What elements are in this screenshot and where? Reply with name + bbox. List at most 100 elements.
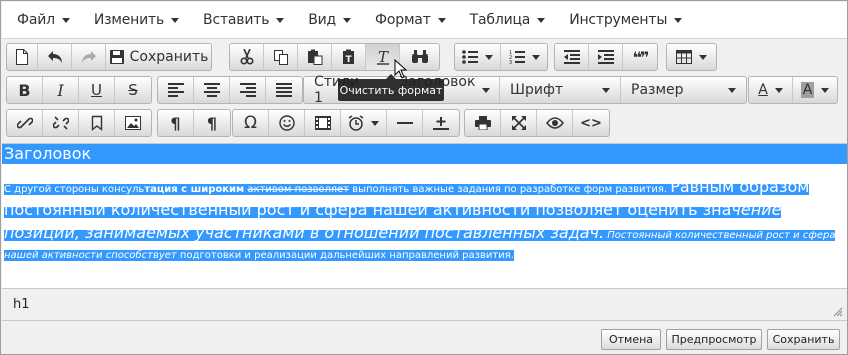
chevron-down-icon <box>276 18 285 23</box>
text-color-button[interactable]: A <box>749 77 793 103</box>
save-footer-button[interactable]: Сохранить <box>767 329 840 350</box>
paste-button[interactable] <box>298 44 332 70</box>
cut-button[interactable] <box>230 44 264 70</box>
link-group <box>6 109 152 137</box>
menu-tools-label: Инструменты <box>569 12 668 28</box>
printer-icon <box>474 116 491 130</box>
alarm-clock-icon <box>348 115 364 131</box>
print-button[interactable] <box>465 110 501 136</box>
align-justify-button[interactable] <box>266 77 302 103</box>
paste-icon <box>307 49 322 65</box>
insert-media-button[interactable] <box>305 110 341 136</box>
preview-footer-button[interactable]: Предпросмотр <box>666 329 762 350</box>
background-color-button[interactable]: A <box>793 77 837 103</box>
new-document-button[interactable] <box>7 44 38 70</box>
table-button[interactable] <box>667 44 716 70</box>
copy-button[interactable] <box>264 44 298 70</box>
italic-button[interactable]: I <box>43 77 79 103</box>
chevron-down-icon <box>482 87 491 93</box>
anchor-button[interactable] <box>79 110 115 136</box>
menu-view[interactable]: Вид <box>296 2 363 38</box>
bullet-list-icon <box>462 50 478 64</box>
menu-format[interactable]: Формат <box>363 2 458 38</box>
indent-button[interactable] <box>589 44 623 70</box>
menu-edit[interactable]: Изменить <box>82 2 191 38</box>
insert-image-button[interactable] <box>115 110 151 136</box>
align-right-button[interactable] <box>230 77 266 103</box>
undo-icon <box>47 51 62 63</box>
align-left-icon <box>167 83 184 97</box>
outdent-button[interactable] <box>555 44 589 70</box>
insert-datetime-button[interactable] <box>341 110 387 136</box>
color-group: A A <box>748 76 838 104</box>
menu-file[interactable]: Файл <box>2 2 82 38</box>
underline-button[interactable]: U <box>79 77 115 103</box>
svg-text:T: T <box>378 49 389 65</box>
chevron-down-icon <box>61 18 70 23</box>
special-char-button[interactable]: Ω <box>233 110 269 136</box>
remove-link-button[interactable] <box>43 110 79 136</box>
save-button[interactable]: Сохранить <box>106 44 211 70</box>
chevron-down-icon <box>371 120 379 126</box>
numbered-list-icon: 123 <box>509 50 525 64</box>
cancel-button[interactable]: Отмена <box>601 329 661 350</box>
menu-view-label: Вид <box>308 12 337 28</box>
menu-tools[interactable]: Инструменты <box>557 2 694 38</box>
insert-group: Ω <box>232 109 460 137</box>
preview-button[interactable] <box>537 110 573 136</box>
numbered-list-button[interactable]: 123 <box>501 44 547 70</box>
align-left-button[interactable] <box>158 77 194 103</box>
menu-insert[interactable]: Вставить <box>191 2 296 38</box>
element-path[interactable]: h1 <box>13 297 30 312</box>
text-color-icon: A <box>758 82 768 98</box>
paste-text-button[interactable]: T <box>332 44 366 70</box>
text-normal-2: выполнять важные задания по разработке ф… <box>349 184 671 195</box>
chevron-down-icon <box>437 18 446 23</box>
bookmark-icon <box>91 115 102 131</box>
heading: Заголовок <box>2 144 847 164</box>
font-family-select[interactable]: Шрифт <box>500 77 621 103</box>
text-normal-3: подготовки и реализации дальнейших напра… <box>176 250 514 261</box>
history-group: Сохранить <box>6 43 212 71</box>
image-icon <box>125 116 141 130</box>
bullet-list-button[interactable] <box>455 44 501 70</box>
preview-footer-label: Предпросмотр <box>671 333 757 346</box>
lists-group: 123 <box>454 43 548 71</box>
background-color-icon: A <box>800 82 815 98</box>
menu-insert-label: Вставить <box>203 12 270 28</box>
insert-icon <box>433 117 449 130</box>
chevron-down-icon <box>821 87 830 93</box>
cancel-button-label: Отмена <box>608 333 654 346</box>
source-code-button[interactable]: <> <box>573 110 609 136</box>
redo-button[interactable] <box>72 44 106 70</box>
fullscreen-button[interactable] <box>501 110 537 136</box>
pilcrow-icon: ¶ <box>206 113 218 133</box>
save-button-label: Сохранить <box>129 49 209 65</box>
text-style-group: B I U S <box>6 76 152 104</box>
ltr-button[interactable]: ¶ <box>158 110 194 136</box>
menu-table[interactable]: Таблица <box>458 2 558 38</box>
paste-text-icon: T <box>342 49 354 65</box>
align-center-button[interactable] <box>194 77 230 103</box>
horizontal-rule-button[interactable] <box>387 110 423 136</box>
insert-link-button[interactable] <box>7 110 43 136</box>
strikethrough-icon: S <box>128 81 138 99</box>
font-size-select[interactable]: Размер <box>621 77 746 103</box>
undo-button[interactable] <box>38 44 72 70</box>
visual-group: ¶ ¶ <box>157 109 231 137</box>
resize-grip-icon[interactable] <box>833 307 843 317</box>
editor-content-area[interactable]: Заголовок С другой стороны консультация … <box>2 143 847 289</box>
chevron-down-icon <box>674 18 683 23</box>
indent-group: ❝❞ <box>554 43 658 71</box>
emoticons-button[interactable] <box>269 110 305 136</box>
chevron-down-icon <box>343 18 352 23</box>
unlink-icon <box>52 116 69 130</box>
code-icon: <> <box>580 115 602 131</box>
page-break-button[interactable] <box>423 110 459 136</box>
rtl-button[interactable]: ¶ <box>194 110 230 136</box>
bold-button[interactable]: B <box>7 77 43 103</box>
blockquote-button[interactable]: ❝❞ <box>623 44 657 70</box>
scissors-icon <box>239 49 254 65</box>
strikethrough-button[interactable]: S <box>115 77 151 103</box>
clear-format-icon: T <box>376 49 389 65</box>
